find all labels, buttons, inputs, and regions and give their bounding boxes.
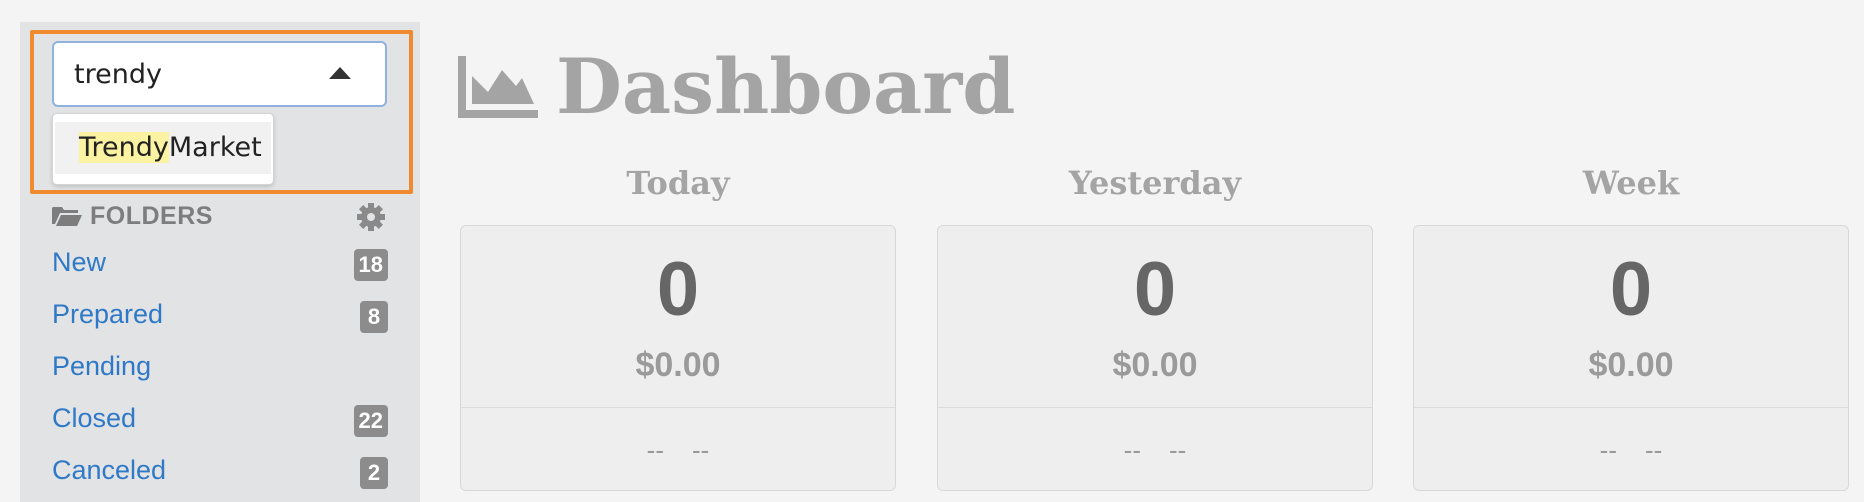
folder-label[interactable]: Prepared <box>52 299 163 330</box>
folder-count-badge: 18 <box>353 249 388 281</box>
stat-count: 0 <box>656 247 700 332</box>
stat-amount: $0.00 <box>1588 346 1674 384</box>
stat-footer: -- -- <box>938 435 1372 466</box>
folder-label[interactable]: New <box>52 247 106 278</box>
stat-footer: -- -- <box>1414 435 1848 466</box>
folders-header: FOLDERS <box>52 200 386 234</box>
folders-title: FOLDERS <box>90 202 213 230</box>
stat-count: 0 <box>1609 247 1653 332</box>
folder-count-badge: 8 <box>360 301 388 333</box>
stat-amount: $0.00 <box>1112 346 1198 384</box>
area-chart-icon <box>458 56 538 118</box>
search-result-rest: Market <box>168 132 262 163</box>
stat-count: 0 <box>1133 247 1177 332</box>
gear-icon[interactable] <box>356 202 386 232</box>
stat-card-yesterday: 0 $0.00 -- -- <box>937 225 1373 491</box>
period-label-week: Week <box>1582 164 1680 202</box>
period-label-today: Today <box>626 164 730 202</box>
search-result-item[interactable]: TrendyMarket <box>55 122 271 174</box>
folder-item-new[interactable]: New 18 <box>52 245 388 285</box>
folder-count-badge: 22 <box>353 405 388 437</box>
stat-footer-right: -- <box>1645 435 1663 465</box>
stat-footer-left: -- <box>1123 435 1141 465</box>
folder-item-prepared[interactable]: Prepared 8 <box>52 297 388 337</box>
folder-count-badge: 2 <box>360 457 388 489</box>
store-search-input[interactable] <box>74 56 334 92</box>
stat-footer-left: -- <box>1599 435 1617 465</box>
folder-label[interactable]: Closed <box>52 403 136 434</box>
stat-footer-right: -- <box>692 435 710 465</box>
search-result-match: Trendy <box>79 132 169 163</box>
folder-item-pending[interactable]: Pending <box>52 349 388 389</box>
folder-item-closed[interactable]: Closed 22 <box>52 401 388 441</box>
folder-label[interactable]: Pending <box>52 351 151 382</box>
caret-up-icon[interactable] <box>329 67 351 79</box>
page-title: Dashboard <box>556 42 1016 131</box>
stat-footer: -- -- <box>461 435 895 466</box>
folder-open-icon <box>52 207 82 226</box>
folder-label[interactable]: Canceled <box>52 455 166 486</box>
stat-card-today: 0 $0.00 -- -- <box>460 225 896 491</box>
period-label-yesterday: Yesterday <box>1068 164 1242 202</box>
stat-footer-left: -- <box>646 435 664 465</box>
folder-item-canceled[interactable]: Canceled 2 <box>52 453 388 493</box>
store-search-combobox[interactable] <box>52 41 387 107</box>
stat-amount: $0.00 <box>635 346 721 384</box>
stat-card-week: 0 $0.00 -- -- <box>1413 225 1849 491</box>
card-divider <box>461 407 895 408</box>
card-divider <box>1414 407 1848 408</box>
stat-footer-right: -- <box>1169 435 1187 465</box>
search-results-dropdown: TrendyMarket <box>52 113 274 185</box>
card-divider <box>938 407 1372 408</box>
